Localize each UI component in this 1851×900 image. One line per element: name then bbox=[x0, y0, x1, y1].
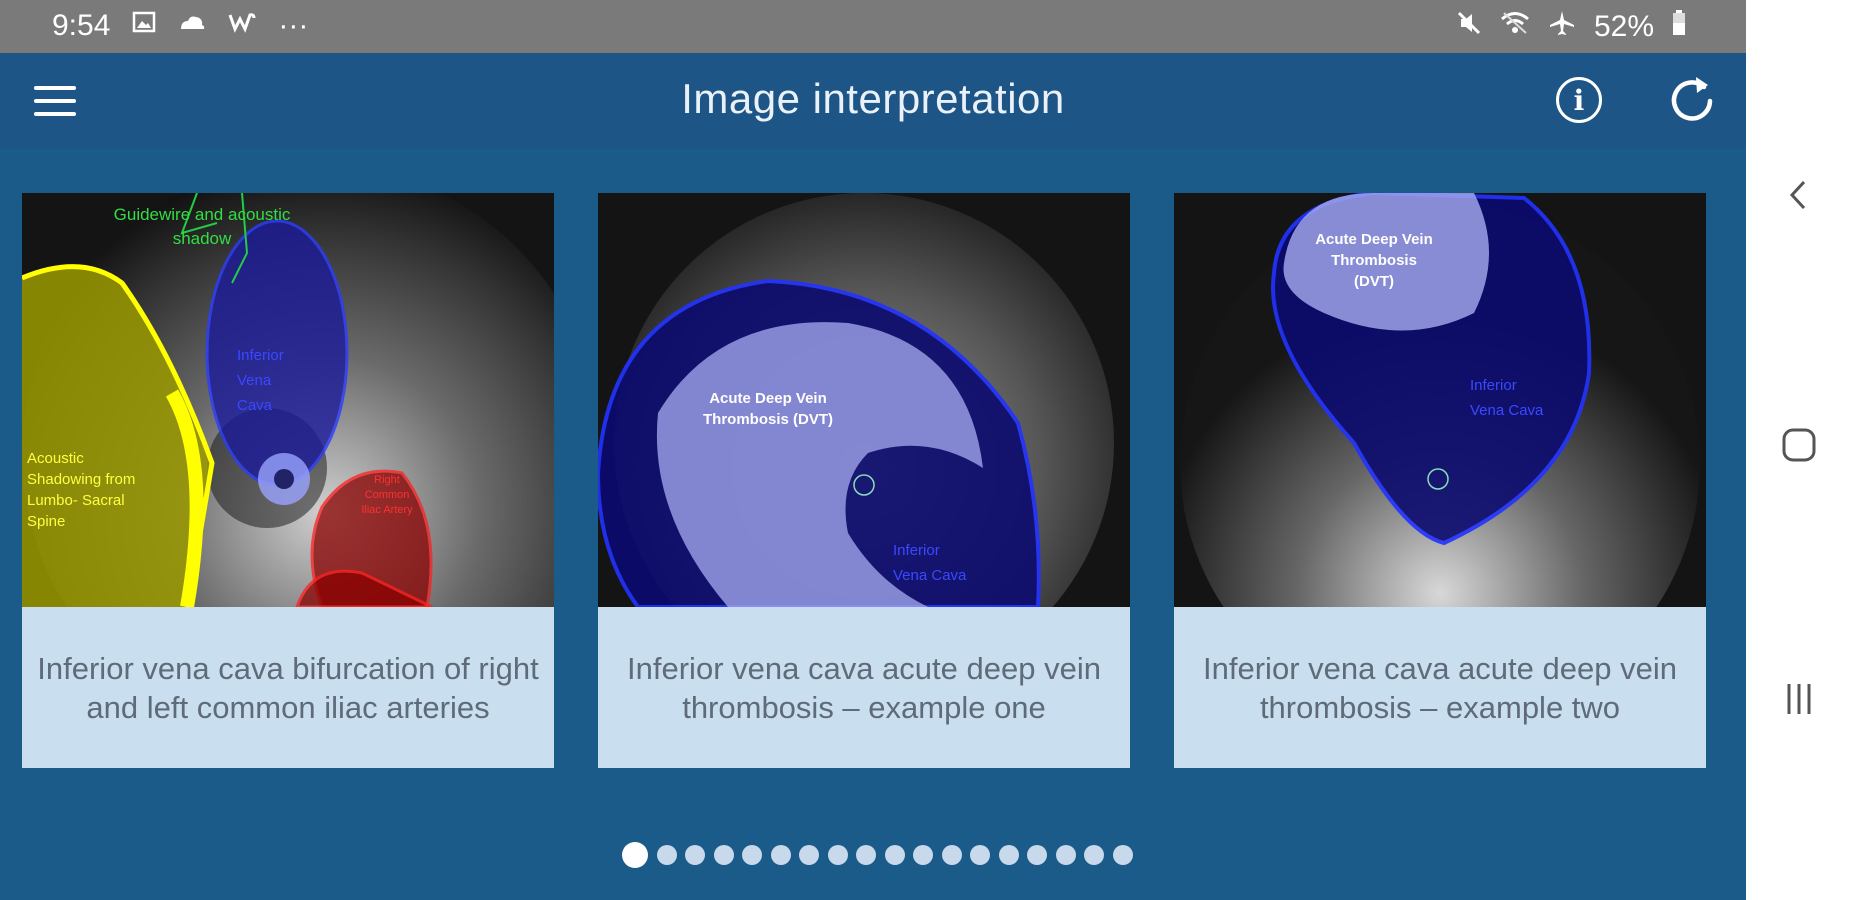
pagination-dot[interactable] bbox=[770, 845, 791, 865]
pagination-dot[interactable] bbox=[622, 842, 649, 868]
info-icon[interactable]: i bbox=[1556, 77, 1602, 123]
image-card-3[interactable]: Acute Deep Vein Thrombosis (DVT) Inferio… bbox=[1174, 193, 1706, 768]
pagination-dot[interactable] bbox=[799, 845, 820, 865]
refresh-icon[interactable] bbox=[1666, 73, 1718, 125]
card-1-caption: Inferior vena cava bifurcation of right … bbox=[37, 651, 539, 725]
home-icon[interactable] bbox=[1776, 422, 1822, 468]
cloud-icon bbox=[178, 11, 206, 41]
pagination-dot[interactable] bbox=[941, 845, 962, 865]
system-nav-bar bbox=[1746, 0, 1851, 900]
ultrasound-image-1: Guidewire and acoustic shadow Inferior V… bbox=[22, 193, 554, 607]
pagination-dot[interactable] bbox=[1084, 845, 1105, 865]
status-bar: 9:54 ··· 52% bbox=[0, 0, 1746, 53]
artery-label: Right Common Iliac Artery bbox=[361, 474, 413, 516]
carousel: Guidewire and acoustic shadow Inferior V… bbox=[0, 149, 1746, 900]
pagination-dot[interactable] bbox=[685, 845, 706, 865]
pagination-dot[interactable] bbox=[827, 845, 848, 865]
image-icon bbox=[132, 10, 156, 42]
ivc-label: Inferior Vena Cava bbox=[1470, 377, 1544, 419]
pagination-dot[interactable] bbox=[742, 845, 763, 865]
pagination-dot[interactable] bbox=[970, 845, 991, 865]
battery-percent: 52% bbox=[1593, 10, 1654, 43]
pagination-dot[interactable] bbox=[656, 845, 677, 865]
pagination-dots bbox=[0, 842, 1746, 868]
w-icon bbox=[228, 11, 256, 41]
card-2-caption: Inferior vena cava acute deep vein throm… bbox=[627, 651, 1101, 725]
page-title: Image interpretation bbox=[681, 75, 1065, 122]
wifi-icon bbox=[1500, 11, 1530, 43]
app-bar: Image interpretation i bbox=[0, 53, 1746, 149]
pagination-dot[interactable] bbox=[1027, 845, 1048, 865]
ultrasound-image-3: Acute Deep Vein Thrombosis (DVT) Inferio… bbox=[1174, 193, 1706, 607]
recents-icon[interactable] bbox=[1776, 676, 1822, 722]
pagination-dot[interactable] bbox=[998, 845, 1019, 865]
ivc-label: Inferior Vena Cava bbox=[893, 542, 967, 584]
back-icon[interactable] bbox=[1776, 172, 1822, 218]
ultrasound-image-2: Acute Deep Vein Thrombosis (DVT) Inferio… bbox=[598, 193, 1130, 607]
pagination-dot[interactable] bbox=[713, 845, 734, 865]
shadow-label: Acoustic Shadowing from Lumbo- Sacral Sp… bbox=[27, 450, 136, 530]
image-card-2[interactable]: Acute Deep Vein Thrombosis (DVT) Inferio… bbox=[598, 193, 1130, 768]
guidewire-label: Guidewire and acoustic shadow bbox=[113, 205, 291, 248]
mute-icon bbox=[1456, 10, 1482, 44]
status-time: 9:54 bbox=[52, 9, 111, 42]
pagination-dot[interactable] bbox=[1055, 845, 1076, 865]
card-3-caption: Inferior vena cava acute deep vein throm… bbox=[1203, 651, 1677, 725]
battery-icon bbox=[1672, 10, 1686, 44]
pagination-dot[interactable] bbox=[913, 845, 934, 865]
airplane-icon bbox=[1548, 9, 1576, 45]
dvt-label: Acute Deep Vein Thrombosis (DVT) bbox=[1315, 231, 1433, 290]
pagination-dot[interactable] bbox=[856, 845, 877, 865]
pagination-dot[interactable] bbox=[1112, 845, 1133, 865]
ivc-label: Inferior Vena Cava bbox=[237, 347, 284, 414]
more-notifications-icon: ··· bbox=[278, 9, 309, 42]
pagination-dot[interactable] bbox=[884, 845, 905, 865]
image-card-1[interactable]: Guidewire and acoustic shadow Inferior V… bbox=[22, 193, 554, 768]
dvt-label: Acute Deep Vein Thrombosis (DVT) bbox=[703, 390, 833, 428]
